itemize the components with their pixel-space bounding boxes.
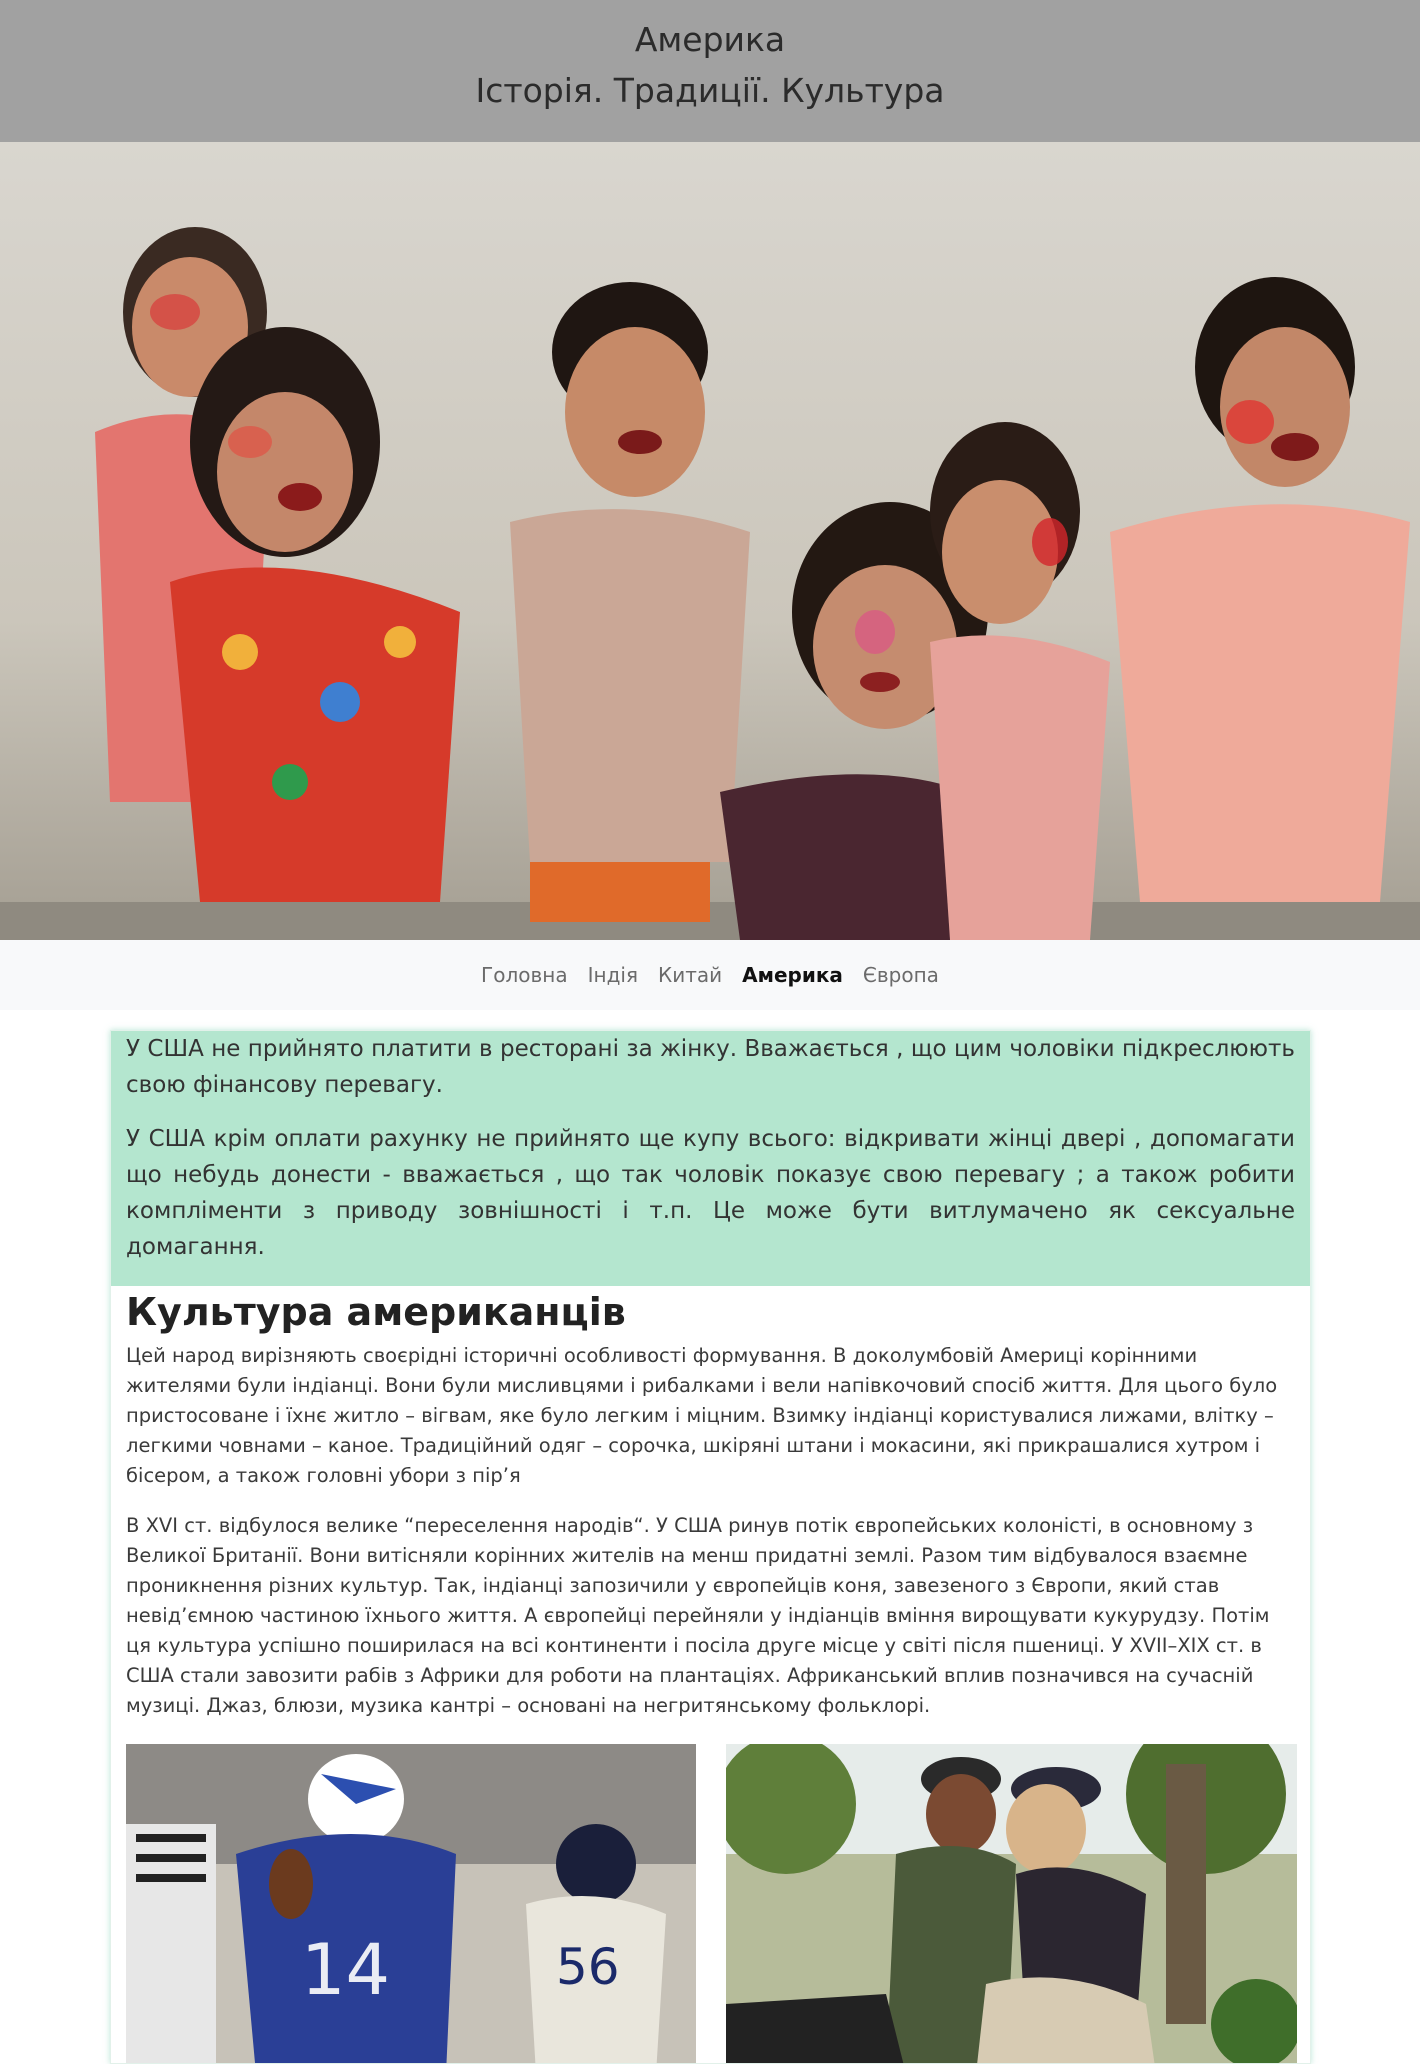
nav-item-home[interactable]: Головна	[481, 963, 568, 987]
header-title-country: Америка	[634, 20, 786, 59]
svg-text:56: 56	[556, 1938, 620, 1996]
content-container: У США не прийнято платити в ресторані за…	[110, 1030, 1311, 2064]
note-paragraph: У США не прийнято платити в ресторані за…	[126, 1036, 1295, 1098]
nav-item-america[interactable]: Америка	[742, 963, 843, 987]
section-paragraph: Цей народ вирізняють своєрідні історичні…	[126, 1344, 1278, 1487]
highlight-note: У США не прийнято платити в ресторані за…	[111, 1031, 1310, 1286]
section-paragraph: В XVI ст. відбулося велике “переселення …	[126, 1514, 1270, 1717]
section-title: Культура американців	[126, 1290, 626, 1334]
site-header: Америка Історія. Традиції. Культура	[0, 0, 1420, 142]
hero-image-children	[0, 142, 1420, 940]
main-nav: Головна Індія Китай Америка Європа	[0, 940, 1420, 1010]
nav-item-china[interactable]: Китай	[658, 963, 722, 987]
header-subtitle: Історія. Традиції. Культура	[475, 71, 945, 110]
nav-item-europe[interactable]: Європа	[863, 963, 939, 987]
couple-image	[726, 1744, 1297, 2063]
note-paragraph: У США крім оплати рахунку не прийнято ще…	[126, 1126, 1295, 1260]
football-image: 14 56	[126, 1744, 696, 2063]
svg-text:14: 14	[301, 1929, 390, 2011]
nav-item-india[interactable]: Індія	[588, 963, 638, 987]
